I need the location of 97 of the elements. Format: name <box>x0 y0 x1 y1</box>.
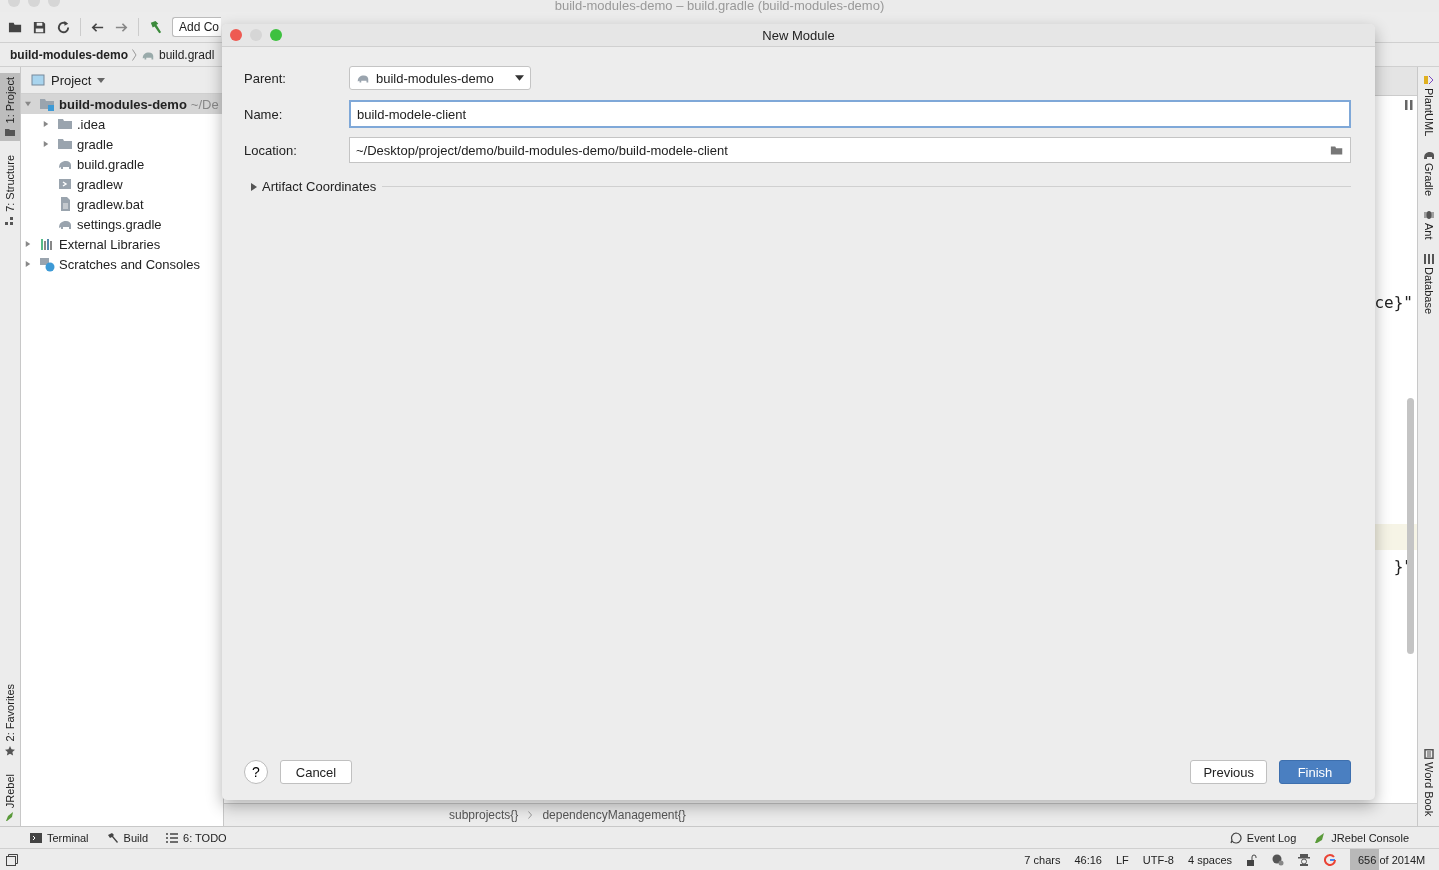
expand-arrow-icon <box>250 182 258 191</box>
breadcrumb-item[interactable]: dependencyManagement{} <box>542 808 686 822</box>
scratch-clock-icon <box>39 256 55 272</box>
sync-icon[interactable] <box>56 19 71 35</box>
tree-row[interactable]: build.gradle <box>21 154 223 174</box>
module-folder-icon <box>39 96 55 112</box>
tree-row[interactable]: settings.gradle <box>21 214 223 234</box>
tree-row[interactable]: Scratches and Consoles <box>21 254 223 274</box>
tree-item-label: gradle <box>77 136 114 152</box>
panel-title-dropdown[interactable]: Project <box>51 72 92 88</box>
tree-item-label: build-modules-demo <box>59 96 187 112</box>
parent-dropdown[interactable]: build-modules-demo <box>349 66 531 90</box>
scrollbar[interactable] <box>1407 398 1414 654</box>
tree-row[interactable]: External Libraries <box>21 234 223 254</box>
tree-item-label: settings.gradle <box>77 216 162 232</box>
speech-bubble-icon <box>1229 831 1242 844</box>
tree-item-label: Scratches and Consoles <box>59 256 200 272</box>
expand-arrow-icon[interactable] <box>43 120 49 128</box>
run-configuration-dropdown[interactable]: Add Co <box>172 17 222 37</box>
tool-window-button[interactable]: JRebel Console <box>1314 831 1409 844</box>
artifact-coordinates-toggle[interactable]: Artifact Coordinates <box>250 179 377 194</box>
panel-toggle-icon[interactable] <box>6 853 18 866</box>
window-title: build-modules-demo – build.gradle (build-modules-demo) <box>554 0 885 12</box>
tool-window-button[interactable]: Terminal <box>30 831 89 844</box>
status-item[interactable]: 7 chars <box>1024 853 1061 866</box>
tree-item-label: build.gradle <box>77 156 145 172</box>
save-icon[interactable] <box>32 19 47 35</box>
tree-item-label: gradlew <box>77 176 123 192</box>
structure-icon <box>5 216 15 227</box>
field-label: Parent: <box>244 70 287 86</box>
breadcrumb-item[interactable]: build.gradl <box>159 47 215 62</box>
folder-icon <box>57 116 73 132</box>
tree-row[interactable]: gradlew <box>21 174 223 194</box>
location-input-field[interactable]: ~/Desktop/project/demo/build-modules-demo/build-modele-client <box>349 137 1351 163</box>
tool-window-tab[interactable]: 7: Structure <box>0 151 20 231</box>
expand-arrow-icon[interactable] <box>25 240 31 248</box>
previous-button[interactable]: Previous <box>1190 760 1267 784</box>
close-button[interactable] <box>230 29 242 41</box>
tool-window-tab[interactable]: Database <box>1418 253 1439 314</box>
expand-arrow-icon[interactable] <box>25 260 31 268</box>
tool-window-tab[interactable]: PlantUML <box>1418 75 1439 137</box>
zoom-button[interactable] <box>270 29 282 41</box>
terminal-icon <box>30 831 42 844</box>
hammer-icon <box>106 831 119 844</box>
breadcrumb-item[interactable]: subprojects{} <box>449 808 519 822</box>
expand-arrow-icon[interactable] <box>25 100 31 108</box>
memory-text: 656 of 2014M <box>1357 853 1426 866</box>
book-icon <box>1423 748 1434 759</box>
tool-window-tab[interactable]: 2: Favorites <box>0 680 20 760</box>
status-item[interactable]: 46:16 <box>1074 853 1102 866</box>
tool-window-tab[interactable]: Word Book <box>1418 748 1439 816</box>
hammer-icon[interactable] <box>148 19 163 35</box>
help-button[interactable]: ? <box>244 760 268 784</box>
star-icon <box>5 745 15 756</box>
status-item[interactable]: LF <box>1115 853 1129 866</box>
tree-row[interactable]: build-modules-demo ~/De <box>21 94 223 114</box>
tree-item-label: External Libraries <box>59 236 161 252</box>
field-label: Location: <box>244 142 298 158</box>
tool-window-button[interactable]: 6: TODO <box>166 831 227 844</box>
expand-arrow-icon[interactable] <box>43 140 49 148</box>
caret-icon[interactable] <box>97 77 106 83</box>
cancel-button[interactable]: Cancel <box>280 760 352 784</box>
lock-icon[interactable] <box>1246 853 1258 866</box>
folder-icon <box>5 127 15 138</box>
chevron-icon <box>528 811 533 819</box>
tool-window-tab[interactable]: 1: Project <box>0 73 20 142</box>
tree-item-label: gradlew.bat <box>77 196 144 212</box>
tool-window-button[interactable]: Event Log <box>1229 831 1297 844</box>
tree-item-path: ~/De <box>190 96 219 112</box>
code-text: ce}" <box>1374 292 1413 312</box>
dialog-title: New Module <box>762 27 835 43</box>
tool-window-tab[interactable]: JRebel <box>0 769 20 826</box>
database-icon <box>1423 253 1434 264</box>
tool-window-tab[interactable]: Gradle <box>1418 150 1439 197</box>
tree-item-label: .idea <box>77 116 106 132</box>
status-item[interactable]: UTF-8 <box>1142 853 1174 866</box>
field-label: Name: <box>244 106 284 122</box>
panel-icon <box>31 73 45 87</box>
bug-icon <box>1423 210 1434 221</box>
chevron-icon <box>132 48 137 61</box>
elephant-icon <box>1423 150 1434 161</box>
tree-row[interactable]: .idea <box>21 114 223 134</box>
caret-icon <box>515 75 524 81</box>
tool-window-tab[interactable]: Ant <box>1418 210 1439 240</box>
terminal-icon <box>57 176 73 192</box>
folder-icon <box>57 136 73 152</box>
memory-indicator[interactable]: 656 of 2014M <box>1350 849 1439 870</box>
bars-icon <box>39 236 55 252</box>
finish-button[interactable]: Finish <box>1279 760 1351 784</box>
tree-row[interactable]: gradle <box>21 134 223 154</box>
status-item[interactable]: 4 spaces <box>1187 853 1232 866</box>
breadcrumb-item[interactable]: build-modules-demo <box>10 47 128 62</box>
tool-window-button[interactable]: Build <box>106 831 149 844</box>
name-input-field[interactable]: build-modele-client <box>349 100 1351 128</box>
pause-icon[interactable] <box>1405 100 1413 110</box>
tree-row[interactable]: gradlew.bat <box>21 194 223 214</box>
list-icon <box>166 831 179 844</box>
